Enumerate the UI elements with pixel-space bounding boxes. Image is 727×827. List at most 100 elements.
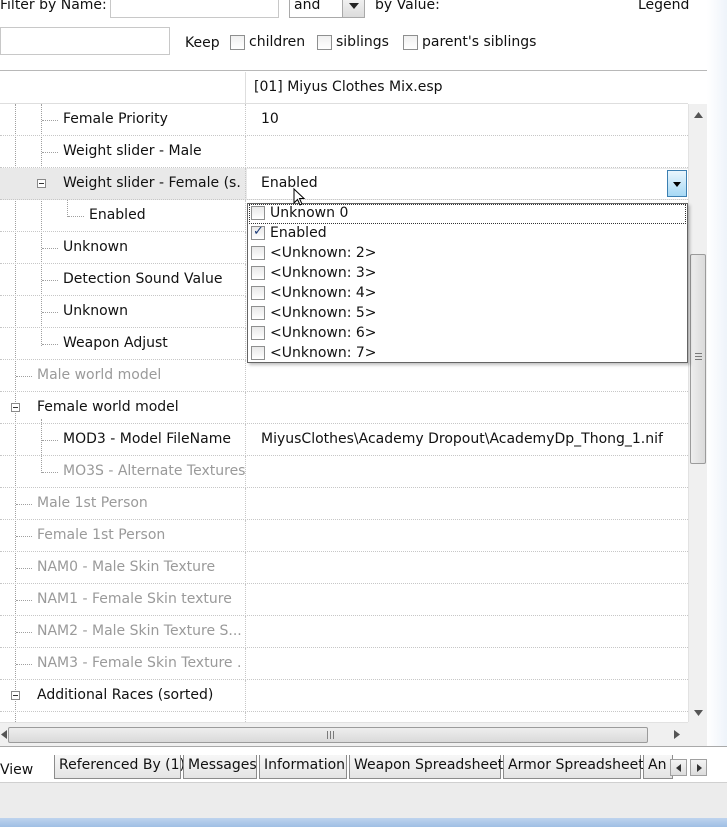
table-row[interactable]: Male world model (0, 360, 688, 392)
tab-armor-spreadsheet[interactable]: Armor Spreadsheet (503, 755, 644, 779)
table-row-selected[interactable]: Weight slider - Female (s... Enabled (0, 168, 688, 200)
column-header[interactable]: [01] Miyus Clothes Mix.esp (0, 72, 688, 104)
chevron-down-icon[interactable] (667, 170, 687, 197)
row-name: Male 1st Person (37, 495, 148, 511)
cell-divider (245, 392, 246, 424)
dropdown-item-checkbox[interactable] (251, 306, 265, 320)
scroll-up-arrow-icon[interactable] (694, 112, 703, 118)
scroll-left-arrow-icon[interactable] (1, 730, 7, 739)
tab-information[interactable]: Information (259, 755, 347, 779)
table-row[interactable]: MOD3 - Model FileName MiyusClothes\Acade… (0, 424, 688, 456)
dropdown-item-checkbox[interactable] (251, 206, 265, 220)
collapse-icon[interactable] (11, 403, 20, 412)
row-name: Additional Races (sorted) (37, 687, 214, 703)
filter-divider (0, 70, 707, 71)
tree-connector (16, 536, 32, 537)
dropdown-item[interactable]: <Unknown: 7> (249, 344, 686, 364)
cell-divider (245, 200, 246, 232)
tab-label: Referenced By (1) (59, 757, 186, 773)
tab-scroll-left-button[interactable] (670, 759, 687, 776)
chevron-down-icon[interactable] (342, 0, 364, 17)
keep-siblings-checkbox[interactable] (317, 35, 332, 50)
keep-children-label[interactable]: children (249, 34, 305, 50)
dropdown-item-checkbox-checked[interactable] (251, 224, 265, 240)
row-name: Unknown (63, 303, 128, 319)
horizontal-scrollbar[interactable] (0, 722, 688, 746)
keep-children-checkbox[interactable] (230, 35, 245, 50)
cell-divider (245, 328, 246, 360)
legend-label[interactable]: Legend (638, 0, 689, 13)
table-row[interactable]: NAM1 - Female Skin texture (0, 584, 688, 616)
horizontal-scroll-thumb[interactable] (8, 727, 648, 743)
scroll-down-arrow-icon[interactable] (694, 710, 703, 716)
dropdown-item[interactable]: <Unknown: 3> (249, 264, 686, 284)
tab-scroll-right-button[interactable] (690, 759, 707, 776)
dropdown-item-checkbox[interactable] (251, 266, 265, 280)
table-row[interactable]: NAM2 - Male Skin Texture S... (0, 616, 688, 648)
dropdown-item-label: <Unknown: 2> (270, 245, 377, 261)
column-header-plugin[interactable]: [01] Miyus Clothes Mix.esp (254, 79, 443, 95)
tab-messages[interactable]: Messages (183, 755, 257, 779)
dropdown-item-checkbox[interactable] (251, 346, 265, 360)
tab-weapon-spreadsheet[interactable]: Weapon Spreadsheet (349, 755, 503, 779)
vertical-scroll-thumb[interactable] (690, 254, 706, 464)
table-row[interactable]: Male 1st Person (0, 488, 688, 520)
tab-referenced-by[interactable]: Referenced By (1) (54, 755, 185, 779)
tab-ammo-spreadsheet[interactable]: An (643, 755, 673, 779)
collapse-icon[interactable] (11, 691, 20, 700)
tree-connector (42, 312, 58, 313)
filter-operator-value: and (294, 0, 321, 13)
dropdown-item[interactable]: Unknown 0 (249, 204, 686, 224)
tab-label: Information (264, 757, 346, 773)
table-row[interactable]: Female 1st Person (0, 520, 688, 552)
filter-value-input[interactable] (0, 27, 170, 55)
keep-siblings-label[interactable]: siblings (336, 34, 389, 50)
tab-label: View (0, 762, 34, 778)
record-tree-grid[interactable]: [01] Miyus Clothes Mix.esp Female Priori… (0, 72, 688, 722)
tab-view[interactable]: View (0, 753, 54, 783)
scroll-grip (327, 731, 328, 739)
table-row[interactable]: Additional Races (sorted) (0, 680, 688, 712)
row-name: Enabled (89, 207, 146, 223)
table-row[interactable]: NAM0 - Male Skin Texture (0, 552, 688, 584)
collapse-icon[interactable] (37, 179, 46, 188)
table-row[interactable]: Female world model (0, 392, 688, 424)
filter-name-input[interactable] (110, 0, 279, 18)
row-value[interactable]: 10 (261, 111, 279, 127)
table-row[interactable]: NAM3 - Female Skin Texture ... (0, 648, 688, 680)
dropdown-item[interactable]: <Unknown: 6> (249, 324, 686, 344)
filter-operator-select[interactable]: and (289, 0, 365, 18)
cell-divider (245, 424, 246, 456)
row-value[interactable]: MiyusClothes\Academy Dropout\AcademyDp_T… (261, 431, 663, 447)
dropdown-item[interactable]: <Unknown: 5> (249, 304, 686, 324)
filter-by-name-label: Filter by Name: (0, 0, 107, 13)
table-row[interactable]: MO3S - Alternate Textures (0, 456, 688, 488)
tree-connector (16, 664, 32, 665)
dropdown-item-checkbox[interactable] (251, 286, 265, 300)
cell-divider (245, 360, 246, 392)
tree-connector (68, 216, 84, 217)
keep-parents-siblings-checkbox[interactable] (403, 35, 418, 50)
keep-parents-siblings-label[interactable]: parent's siblings (422, 34, 536, 50)
cell-divider (245, 136, 246, 168)
row-name: Male world model (37, 367, 162, 383)
table-row[interactable]: Female Priority 10 (0, 104, 688, 136)
tree-connector (42, 344, 58, 345)
dropdown-item[interactable]: <Unknown: 4> (249, 284, 686, 304)
dropdown-item-checkbox[interactable] (251, 246, 265, 260)
tree-connector (16, 504, 32, 505)
row-name: Weight slider - Female (s... (63, 175, 241, 191)
dropdown-item-checkbox[interactable] (251, 326, 265, 340)
flags-dropdown-list[interactable]: Unknown 0 Enabled <Unknown: 2> <Unknown:… (247, 203, 688, 363)
scroll-grip (330, 731, 331, 739)
row-name: Detection Sound Value (63, 271, 223, 287)
cell-divider (245, 552, 246, 584)
dropdown-item[interactable]: <Unknown: 2> (249, 244, 686, 264)
dropdown-item[interactable]: Enabled (249, 224, 686, 244)
vertical-scrollbar[interactable] (688, 104, 707, 722)
scroll-right-arrow-icon[interactable] (674, 730, 680, 739)
table-row[interactable]: Weight slider - Male (0, 136, 688, 168)
tab-label: An (648, 757, 667, 773)
table-row[interactable] (0, 712, 688, 722)
value-combobox[interactable]: Enabled (247, 169, 688, 199)
